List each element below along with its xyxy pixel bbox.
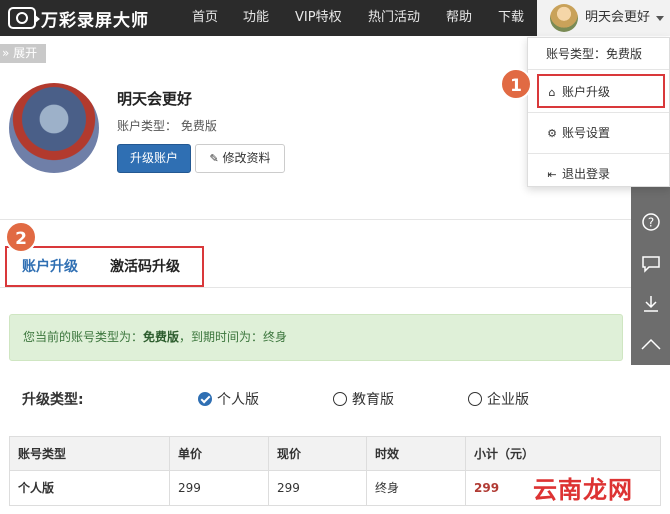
radio-enterprise[interactable]: 企业版 <box>468 389 529 409</box>
table-header: 时效 <box>367 437 466 471</box>
profile-avatar <box>9 83 99 173</box>
help-button[interactable]: ? <box>631 203 670 241</box>
radio-personal[interactable]: 个人版 <box>198 389 259 409</box>
edit-icon: ✎ <box>209 152 219 165</box>
table-header-row: 账号类型 单价 现价 时效 小计（元） <box>10 437 660 471</box>
caret-down-icon <box>656 16 664 21</box>
profile-account-type: 账户类型： 免费版 <box>117 117 217 134</box>
annotation-badge-2: 2 <box>5 221 37 253</box>
annotation-box-1 <box>537 74 665 108</box>
camera-icon <box>8 7 40 29</box>
watermark: 云南龙网 <box>533 475 633 504</box>
download-button[interactable] <box>631 285 670 323</box>
side-toolbar: ? <box>631 165 670 365</box>
top-nav-bar: 万彩录屏大师 首页 功能 VIP特权 热门活动 帮助 下载 明天会更好 <box>0 0 670 36</box>
account-status-alert: 您当前的账号类型为：免费版，到期时间为：终身 <box>9 314 623 361</box>
profile-type-value: 免费版 <box>180 119 217 133</box>
edit-profile-label: 修改资料 <box>222 151 271 165</box>
tab-activation-code-upgrade[interactable]: 激活码升级 <box>110 256 180 276</box>
table-header: 单价 <box>170 437 269 471</box>
dropdown-divider <box>528 112 669 113</box>
checked-radio-icon <box>198 392 212 406</box>
message-button[interactable] <box>631 245 670 283</box>
nav-download[interactable]: 下载 <box>498 0 524 36</box>
edit-profile-button[interactable]: ✎ 修改资料 <box>195 144 285 173</box>
tab-account-upgrade[interactable]: 账户升级 <box>22 256 78 276</box>
dropdown-divider <box>528 153 669 154</box>
section-divider <box>0 219 631 220</box>
chat-icon <box>641 256 660 273</box>
svg-text:?: ? <box>647 216 653 230</box>
user-menu-toggle[interactable]: 明天会更好 <box>537 0 670 36</box>
profile-name: 明天会更好 <box>117 90 193 108</box>
table-cell: 个人版 <box>10 471 170 505</box>
table-cell: 299 <box>170 471 269 505</box>
annotation-badge-1: 1 <box>500 68 532 100</box>
chevron-up-icon <box>640 338 661 350</box>
unchecked-radio-icon <box>333 392 347 406</box>
download-icon <box>643 296 658 312</box>
nav-home[interactable]: 首页 <box>192 0 218 36</box>
radio-education[interactable]: 教育版 <box>333 389 394 409</box>
dropdown-item-logout[interactable]: ⇤ 退出登录 <box>546 165 661 182</box>
nav-events[interactable]: 热门活动 <box>368 0 420 36</box>
profile-type-label: 账户类型： <box>117 119 178 133</box>
nav-features[interactable]: 功能 <box>243 0 269 36</box>
nav-help[interactable]: 帮助 <box>446 0 472 36</box>
unchecked-radio-icon <box>468 392 482 406</box>
user-menu-name: 明天会更好 <box>585 10 651 25</box>
expand-sidebar-button[interactable]: » 展开 <box>0 44 46 63</box>
upgrade-type-label: 升级类型: <box>22 392 84 408</box>
table-cell: 299 <box>269 471 367 505</box>
nav-vip[interactable]: VIP特权 <box>295 0 342 36</box>
help-icon: ? <box>641 213 660 231</box>
brand-name: 万彩录屏大师 <box>41 10 149 31</box>
dropdown-item-settings[interactable]: ⚙ 账号设置 <box>546 124 661 141</box>
gear-icon: ⚙ <box>547 127 557 140</box>
user-avatar-small <box>550 4 578 32</box>
dropdown-divider <box>528 69 669 70</box>
table-header: 账号类型 <box>10 437 170 471</box>
tabs-divider <box>0 287 631 288</box>
table-cell: 终身 <box>367 471 466 505</box>
back-to-top-button[interactable] <box>631 325 670 363</box>
brand-logo[interactable]: 万彩录屏大师 <box>8 4 149 32</box>
table-header: 小计（元） <box>474 447 535 461</box>
logout-icon: ⇤ <box>547 168 557 181</box>
user-dropdown-menu: 账号类型：免费版 ⌂ 账户升级 ⚙ 账号设置 ⇤ 退出登录 <box>527 37 670 187</box>
upgrade-account-button[interactable]: 升级账户 <box>117 144 191 173</box>
table-header: 现价 <box>269 437 367 471</box>
dropdown-account-type: 账号类型：免费版 <box>546 47 643 61</box>
